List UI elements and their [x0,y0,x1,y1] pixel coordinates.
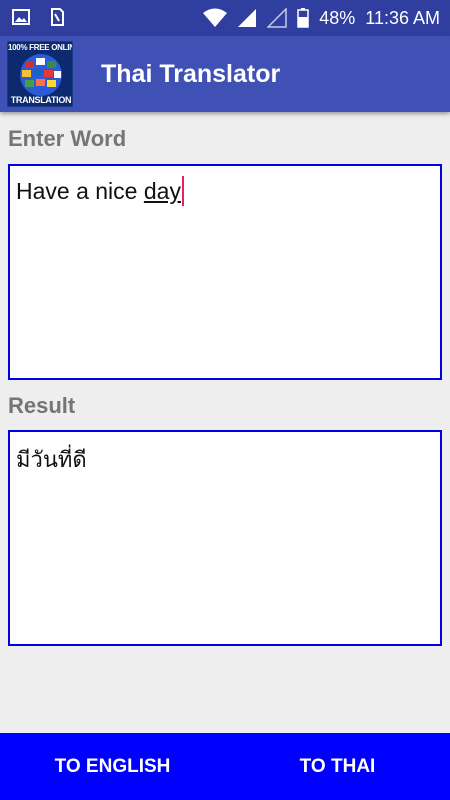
app-title: Thai Translator [101,60,281,88]
result-text-field[interactable]: มีวันที่ดี [8,430,442,646]
to-thai-button[interactable]: TO THAI [225,733,450,800]
to-english-button[interactable]: TO ENGLISH [0,733,225,800]
logo-bottom-text: TRANSLATION [10,95,72,105]
battery-icon [297,8,309,28]
result-label: Result [8,393,76,418]
image-icon [12,8,30,31]
globe-flags-icon [20,54,62,96]
status-bar: 48% 11:36 AM [0,0,450,36]
app-logo: 100% FREE ONLINE TRANSLATION [7,41,73,107]
wifi-icon [203,8,228,28]
sim-icon [48,8,66,31]
result-text: มีวันที่ดี [16,448,87,473]
input-text-composing: day [143,178,181,204]
signal-icon [237,8,257,28]
input-text: Have a nice day [16,176,184,206]
signal-empty-icon [267,8,287,28]
input-text-plain: Have a nice [16,178,144,204]
bottom-button-bar: TO ENGLISH TO THAI [0,733,450,800]
clock: 11:36 AM [365,7,440,28]
logo-top-text: 100% FREE ONLINE [8,43,73,52]
input-text-field[interactable]: Have a nice day [8,164,442,380]
enter-word-label: Enter Word [8,126,127,151]
text-cursor [181,176,184,206]
app-bar: 100% FREE ONLINE TRANSLATION Thai Transl… [0,36,450,112]
battery-percent: 48% [319,7,356,28]
